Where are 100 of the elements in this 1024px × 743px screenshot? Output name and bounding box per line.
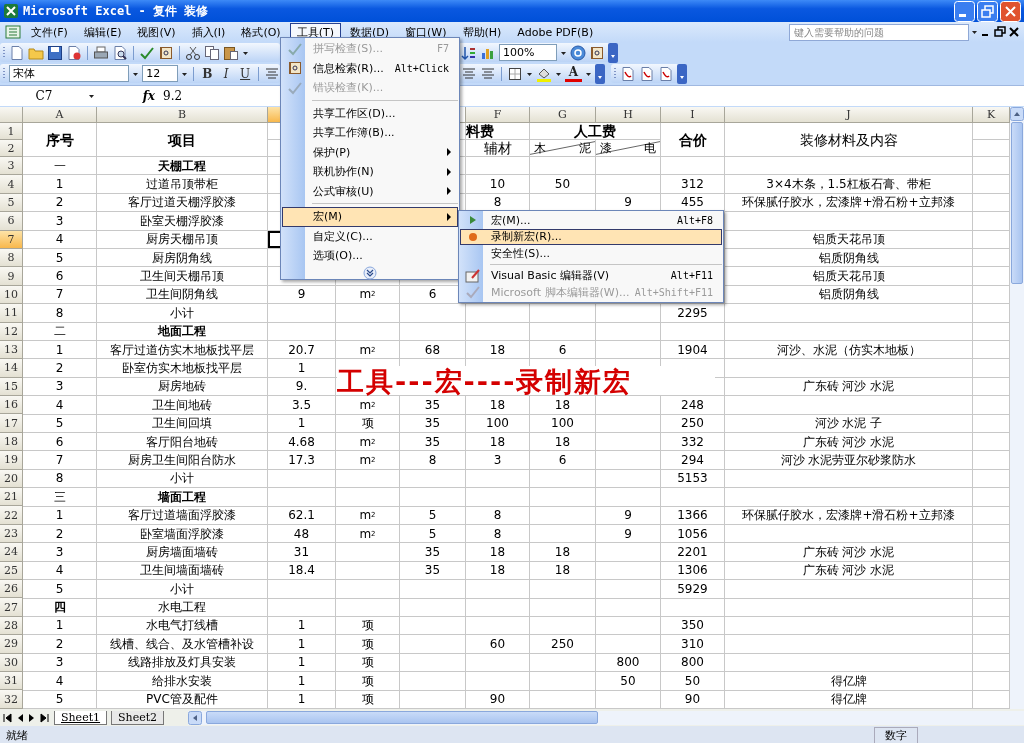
table-cell-text: m$^{2}$ [358, 286, 377, 304]
close-icon[interactable] [1008, 26, 1020, 38]
name-box[interactable]: C7 [0, 89, 88, 103]
font-size-field[interactable]: 12 [142, 65, 179, 82]
document-icon[interactable] [66, 44, 82, 61]
table-cell-text: 3 [54, 543, 65, 561]
expand-icon[interactable] [363, 265, 377, 280]
vertical-scrollbar[interactable] [1010, 107, 1024, 709]
sort-icon[interactable] [461, 44, 477, 61]
row-header[interactable]: 1 [0, 123, 23, 140]
new-document-icon[interactable] [9, 44, 25, 61]
book-icon[interactable] [158, 44, 174, 61]
font-color-button[interactable]: A [565, 65, 582, 82]
column-header[interactable]: G [530, 107, 596, 123]
restore-icon[interactable] [994, 26, 1006, 38]
row-header[interactable]: 16 [0, 396, 23, 415]
row-header[interactable]: 2 [0, 140, 23, 157]
book-icon[interactable] [287, 60, 303, 77]
menu-item[interactable]: 选项(O)... [282, 246, 458, 266]
row-header[interactable]: 3 [0, 157, 23, 176]
row-header[interactable]: 17 [0, 414, 23, 433]
menu-item[interactable]: 保护(P) [282, 142, 458, 162]
toolbar-options-icon[interactable] [595, 63, 605, 84]
format-button[interactable]: I [218, 65, 235, 82]
table-cell-text: 4 [54, 562, 65, 579]
first-sheet-icon[interactable] [2, 712, 12, 723]
column-header[interactable]: J [725, 107, 973, 123]
row-header[interactable]: 22 [0, 506, 23, 525]
row-header[interactable]: 27 [0, 598, 23, 617]
sheet-tab[interactable]: Sheet1 [54, 710, 108, 725]
font-field[interactable]: 宋体 [9, 65, 130, 82]
copy-icon[interactable] [204, 44, 220, 61]
column-header[interactable]: H [596, 107, 661, 123]
menu-bar-item[interactable]: 视图(V) [130, 22, 183, 42]
save-icon[interactable] [47, 44, 63, 61]
row-header[interactable]: 21 [0, 488, 23, 507]
row-header[interactable]: 32 [0, 690, 23, 709]
row-header[interactable]: 14 [0, 359, 23, 378]
borders-icon[interactable] [507, 65, 523, 82]
zoom-field[interactable]: 100% [499, 44, 557, 61]
document-icon[interactable] [620, 65, 636, 82]
column-header[interactable]: K [973, 107, 1010, 123]
menu-item[interactable]: 共享工作区(D)... [282, 103, 458, 123]
toolbar-options-icon[interactable] [608, 42, 618, 63]
function-label[interactable]: fx [125, 89, 155, 103]
menu-item[interactable]: 宏(M) [282, 207, 458, 227]
menu-bar-item[interactable]: 编辑(E) [76, 22, 129, 42]
format-button[interactable]: B [199, 65, 216, 82]
format-button[interactable]: U [237, 65, 254, 82]
document-icon[interactable] [658, 65, 674, 82]
editor-icon[interactable] [465, 267, 481, 284]
table-cell-text: 卧室天棚浮胶漆 [139, 212, 225, 230]
menu-bar-item[interactable]: 插入(I) [184, 22, 233, 42]
menu-bar-item[interactable]: 文件(F) [24, 22, 75, 42]
book-icon[interactable] [589, 44, 605, 61]
menu-item[interactable]: 公式审核(U) [282, 181, 458, 201]
column-header[interactable]: A [23, 107, 97, 123]
row-header[interactable]: 4 [0, 175, 23, 194]
menu-bar-item[interactable]: 帮助(H) [455, 22, 509, 42]
column-header[interactable]: F [466, 107, 530, 123]
document-icon[interactable] [639, 65, 655, 82]
scroll-thumb[interactable] [206, 711, 599, 724]
horizontal-scrollbar[interactable] [188, 710, 1024, 725]
row-header[interactable]: 9 [0, 267, 23, 286]
next-sheet-icon[interactable] [28, 712, 36, 723]
menu-item[interactable]: 录制新宏(R)... [460, 228, 722, 245]
printer-icon[interactable] [93, 44, 109, 61]
row-header[interactable]: 19 [0, 451, 23, 470]
menu-item[interactable]: Visual Basic 编辑器(V) Alt+F11 [460, 267, 722, 284]
clipboard-icon[interactable] [223, 44, 239, 61]
menu-item[interactable]: 安全性(S)... [460, 245, 722, 262]
menu-bar-item[interactable]: 格式(O) [234, 22, 288, 42]
record-icon[interactable] [468, 231, 478, 242]
help-icon[interactable] [570, 44, 586, 61]
play-icon[interactable] [468, 214, 478, 227]
menu-item[interactable]: 宏(M)... Alt+F8 [460, 212, 722, 229]
formula-field[interactable]: 9.2 [163, 89, 183, 103]
menu-bar-item[interactable]: Adobe PDF(B) [510, 23, 601, 41]
row-header[interactable]: 11 [0, 304, 23, 323]
align-icon[interactable] [264, 65, 280, 82]
row-header[interactable]: 6 [0, 212, 23, 231]
menu-item[interactable]: 共享工作簿(B)... [282, 123, 458, 143]
sheet-tab[interactable]: Sheet2 [111, 710, 165, 725]
table-cell-text: 350 [680, 617, 705, 635]
help-search-field[interactable]: 键入需要帮助的问题 [789, 23, 969, 41]
scroll-up-icon[interactable] [1010, 107, 1024, 121]
scroll-thumb[interactable] [1011, 122, 1023, 284]
row-header[interactable]: 29 [0, 635, 23, 654]
print-preview-icon[interactable] [112, 44, 128, 61]
last-sheet-icon[interactable] [40, 712, 50, 723]
scissors-icon[interactable] [185, 44, 201, 61]
menu-item[interactable]: 自定义(C)... [282, 226, 458, 246]
scroll-left-icon[interactable] [188, 710, 203, 725]
column-header[interactable]: I [661, 107, 725, 123]
menu-item[interactable]: 信息检索(R)... Alt+Click [282, 58, 458, 78]
menu-item[interactable]: 联机协作(N) [282, 162, 458, 182]
row-header[interactable]: 24 [0, 543, 23, 562]
toolbar-options-icon[interactable] [677, 63, 687, 84]
previous-sheet-icon[interactable] [16, 712, 24, 723]
column-header[interactable]: B [97, 107, 268, 123]
